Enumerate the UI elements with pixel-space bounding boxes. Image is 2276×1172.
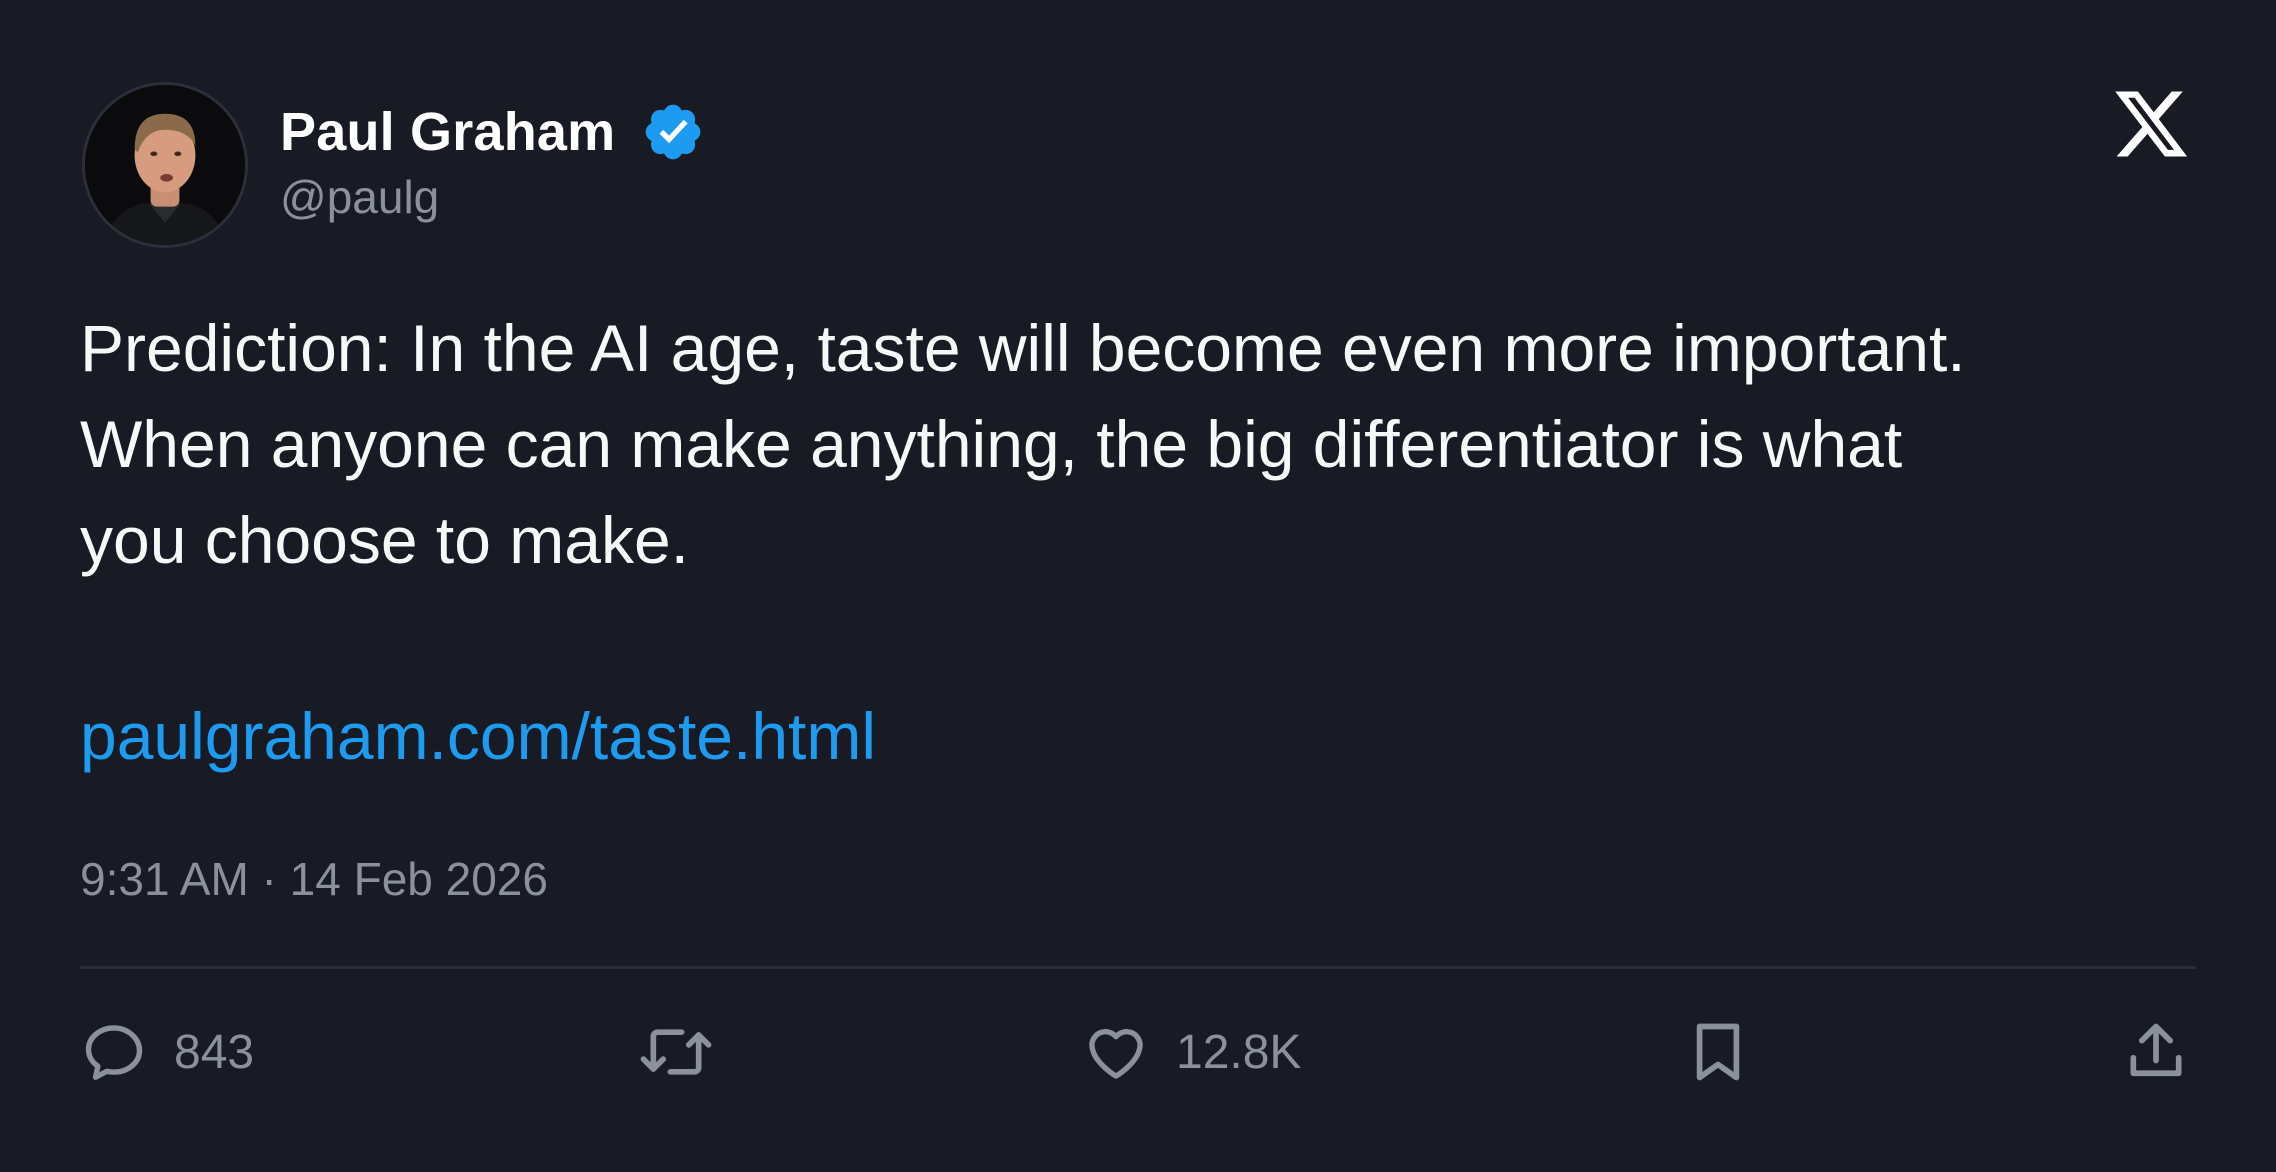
divider bbox=[80, 966, 2196, 969]
share-icon bbox=[2122, 1018, 2190, 1086]
avatar[interactable] bbox=[82, 82, 248, 248]
reply-button[interactable]: 843 bbox=[80, 1012, 254, 1092]
reply-icon bbox=[80, 1018, 148, 1086]
bookmark-button[interactable] bbox=[1684, 1012, 1752, 1092]
heart-icon bbox=[1082, 1018, 1150, 1086]
author-handle[interactable]: @paulg bbox=[280, 170, 439, 224]
like-button[interactable]: 12.8K bbox=[1082, 1012, 1301, 1092]
retweet-button[interactable] bbox=[636, 1012, 716, 1092]
avatar-image bbox=[85, 85, 245, 245]
like-count: 12.8K bbox=[1176, 1025, 1302, 1079]
tweet-line: Prediction: In the AI age, taste will be… bbox=[80, 311, 1966, 385]
author-row: Paul Graham bbox=[280, 96, 705, 168]
retweet-icon bbox=[636, 1018, 716, 1086]
tweet-line: you choose to make. bbox=[80, 503, 690, 577]
share-button[interactable] bbox=[2122, 1012, 2190, 1092]
tweet-card: Paul Graham @paulg Prediction: In the AI… bbox=[0, 0, 2276, 1172]
verified-badge-icon bbox=[641, 100, 705, 164]
bookmark-icon bbox=[1684, 1016, 1752, 1088]
tweet-timestamp[interactable]: 9:31 AM · 14 Feb 2026 bbox=[80, 852, 548, 906]
x-logo-icon[interactable] bbox=[2110, 84, 2192, 164]
tweet-text: Prediction: In the AI age, taste will be… bbox=[80, 300, 2240, 588]
tweet-line: When anyone can make anything, the big d… bbox=[80, 407, 1903, 481]
tweet-link[interactable]: paulgraham.com/taste.html bbox=[80, 688, 876, 784]
author-name[interactable]: Paul Graham bbox=[280, 101, 615, 163]
reply-count: 843 bbox=[174, 1025, 255, 1079]
